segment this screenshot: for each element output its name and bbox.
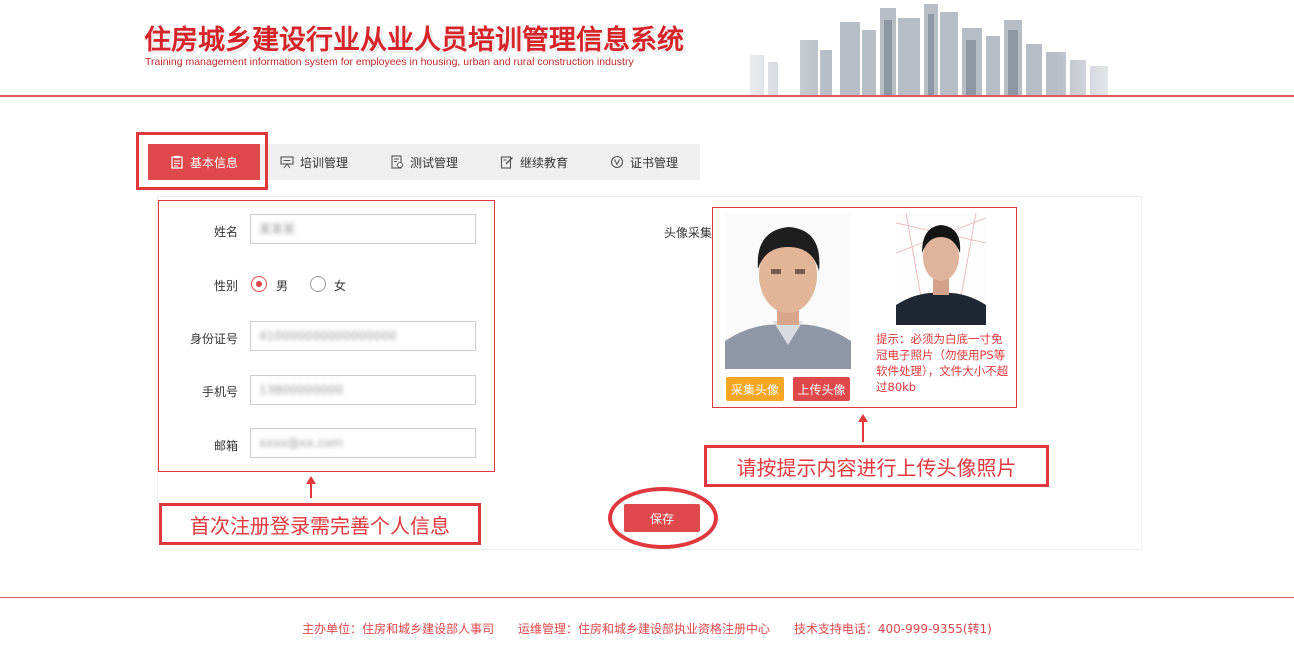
avatar-photo <box>725 213 851 369</box>
page-header: 住房城乡建设行业从业人员培训管理信息系统 Training management… <box>0 0 1294 96</box>
email-value: xxxx@xx.com <box>259 436 344 450</box>
save-button-highlight-ring <box>608 487 718 549</box>
test-doc-icon <box>391 155 403 169</box>
tab-label: 继续教育 <box>520 155 569 170</box>
gender-male-radio[interactable] <box>251 276 267 292</box>
sample-person-icon <box>896 213 986 325</box>
phone-label: 手机号 <box>201 385 238 399</box>
city-skyline-image <box>720 0 1140 95</box>
presentation-icon <box>280 156 294 169</box>
gender-male-label: 男 <box>276 279 289 293</box>
upload-avatar-button[interactable]: 上传头像 <box>793 377 850 401</box>
id-number-field[interactable]: 410000000000000000 <box>250 321 476 351</box>
tab-training[interactable]: 培训管理 <box>280 144 348 180</box>
avatar-label: 头像采集 <box>664 226 713 240</box>
edit-icon <box>500 156 513 169</box>
avatar-callout-text: 请按提示内容进行上传头像照片 <box>704 445 1049 487</box>
tab-label: 培训管理 <box>300 155 349 170</box>
tab-label: 证书管理 <box>630 155 679 170</box>
name-label: 姓名 <box>213 225 238 239</box>
id-number-label: 身份证号 <box>189 332 238 346</box>
person-silhouette-icon <box>725 213 851 369</box>
footer-sponsor: 主办单位：住房和城乡建设部人事司 <box>302 622 495 636</box>
certificate-icon <box>610 155 624 169</box>
form-callout-arrow <box>306 476 316 498</box>
avatar-callout-arrow <box>858 414 868 442</box>
page-footer: 主办单位：住房和城乡建设部人事司 运维管理：住房和城乡建设部执业资格注册中心 技… <box>0 620 1294 637</box>
id-number-value: 410000000000000000 <box>259 329 397 343</box>
gender-female-radio[interactable] <box>310 276 326 292</box>
tab-testing[interactable]: 测试管理 <box>390 144 458 180</box>
email-label: 邮箱 <box>213 439 238 453</box>
capture-avatar-button[interactable]: 采集头像 <box>726 377 784 401</box>
phone-value: 13800000000 <box>259 383 343 397</box>
gender-female-label: 女 <box>334 279 347 293</box>
email-field[interactable]: xxxx@xx.com <box>250 428 476 458</box>
system-subtitle: Training management information system f… <box>145 56 634 68</box>
header-divider <box>0 95 1294 97</box>
tab-label: 测试管理 <box>410 155 459 170</box>
phone-field[interactable]: 13800000000 <box>250 375 476 405</box>
sample-photo <box>896 213 986 325</box>
name-field[interactable]: 某某某 <box>250 214 476 244</box>
photo-requirement-hint: 提示：必须为白底一寸免冠电子照片（勿使用PS等软件处理），文件大小不超过80kb <box>876 332 1009 394</box>
form-callout-text: 首次注册登录需完善个人信息 <box>159 503 481 545</box>
tab-certificate[interactable]: 证书管理 <box>610 144 678 180</box>
footer-divider <box>0 597 1294 598</box>
footer-operations: 运维管理：住房和城乡建设部执业资格注册中心 <box>517 622 770 636</box>
footer-support-phone: 技术支持电话：400-999-9355(转1) <box>793 622 992 636</box>
name-value: 某某某 <box>259 222 296 236</box>
system-title: 住房城乡建设行业从业人员培训管理信息系统 <box>144 25 684 56</box>
tab-continuing-education[interactable]: 继续教育 <box>500 144 568 180</box>
gender-label: 性别 <box>213 279 238 293</box>
active-tab-highlight-box <box>136 132 268 190</box>
